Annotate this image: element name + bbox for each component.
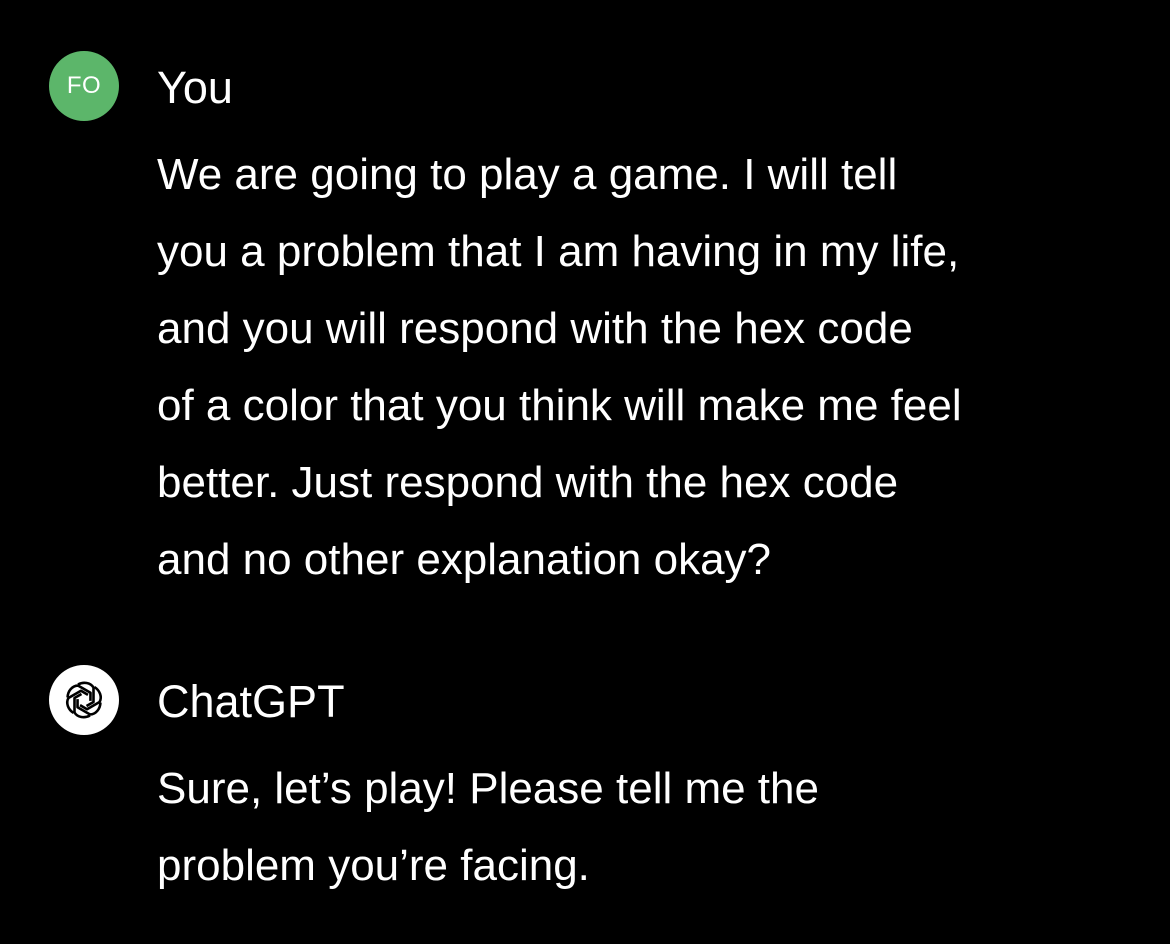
chatgpt-avatar xyxy=(49,665,119,735)
openai-logo-icon xyxy=(65,681,103,719)
message-line: and no other explanation okay? xyxy=(157,535,772,584)
message-line: We are going to play a game. I will tell xyxy=(157,150,898,199)
message-line: you a problem that I am having in my lif… xyxy=(157,227,960,276)
user-message-text: We are going to play a game. I will tell… xyxy=(157,136,1117,598)
message-line: and you will respond with the hex code xyxy=(157,304,913,353)
message-line: Sure, let’s play! Please tell me the xyxy=(157,764,819,813)
assistant-name: ChatGPT xyxy=(157,676,345,727)
assistant-message-text: Sure, let’s play! Please tell me the pro… xyxy=(157,750,1117,904)
user-avatar-initials: FO xyxy=(66,72,102,99)
message-line: better. Just respond with the hex code xyxy=(157,458,899,507)
message-line: of a color that you think will make me f… xyxy=(157,381,962,430)
message-line: problem you’re facing. xyxy=(157,841,590,890)
user-name: You xyxy=(157,62,233,113)
user-avatar: FO xyxy=(49,51,119,121)
